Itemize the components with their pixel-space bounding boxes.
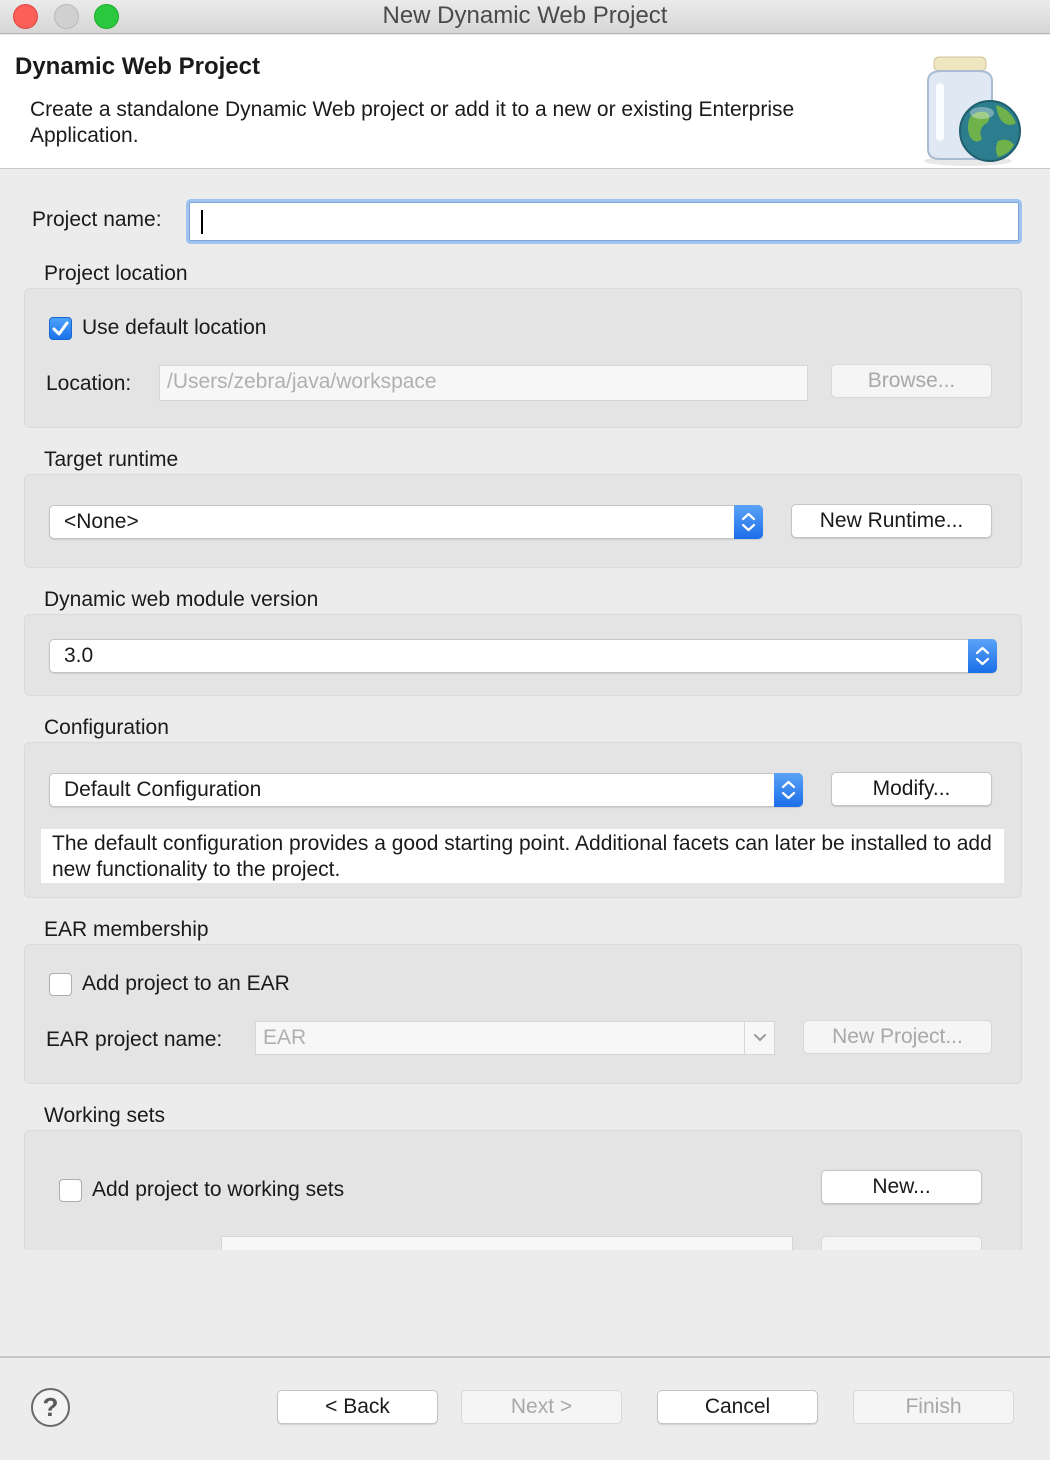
help-icon[interactable]: ? xyxy=(31,1388,70,1427)
configuration-description: The default configuration provides a goo… xyxy=(41,829,1004,883)
working-sets-heading: Working sets xyxy=(44,1104,165,1127)
ear-project-name-label: EAR project name: xyxy=(46,1028,223,1051)
project-location-heading: Project location xyxy=(44,262,188,285)
use-default-location-checkbox[interactable] xyxy=(49,317,72,340)
use-default-location-label: Use default location xyxy=(82,316,267,339)
ear-membership-heading: EAR membership xyxy=(44,918,209,941)
wizard-banner: Dynamic Web Project Create a standalone … xyxy=(0,35,1050,169)
browse-button[interactable]: Browse... xyxy=(831,364,992,398)
up-down-chevron-icon xyxy=(734,505,763,539)
module-version-select[interactable]: 3.0 xyxy=(49,639,997,673)
location-input[interactable]: /Users/zebra/java/workspace xyxy=(159,365,808,401)
add-to-working-sets-label: Add project to working sets xyxy=(92,1178,345,1201)
modify-button[interactable]: Modify... xyxy=(831,772,992,806)
target-runtime-select[interactable]: <None> xyxy=(49,505,763,539)
chevron-down-icon xyxy=(744,1022,774,1054)
new-working-set-button[interactable]: New... xyxy=(821,1170,982,1204)
scroll-clip-area xyxy=(0,1250,1050,1350)
add-to-working-sets-checkbox[interactable] xyxy=(59,1179,82,1202)
add-to-ear-label: Add project to an EAR xyxy=(82,972,290,995)
configuration-value: Default Configuration xyxy=(64,778,262,801)
page-title: Dynamic Web Project xyxy=(15,53,260,80)
new-runtime-button[interactable]: New Runtime... xyxy=(791,504,992,538)
finish-button[interactable]: Finish xyxy=(853,1390,1014,1424)
text-caret xyxy=(201,210,203,234)
title-bar: New Dynamic Web Project xyxy=(0,0,1050,34)
configuration-select[interactable]: Default Configuration xyxy=(49,773,803,807)
module-version-value: 3.0 xyxy=(64,644,94,667)
project-name-input[interactable] xyxy=(189,202,1019,241)
ear-project-name-combo[interactable]: EAR xyxy=(255,1021,775,1055)
footer-separator xyxy=(0,1356,1050,1358)
ear-membership-group xyxy=(24,944,1022,1084)
up-down-chevron-icon xyxy=(968,639,997,673)
window-title: New Dynamic Web Project xyxy=(382,2,668,29)
ear-project-name-value: EAR xyxy=(263,1026,307,1049)
target-runtime-value: <None> xyxy=(64,510,139,533)
project-name-label: Project name: xyxy=(32,208,162,231)
add-to-ear-checkbox[interactable] xyxy=(49,973,72,996)
up-down-chevron-icon xyxy=(774,773,803,807)
target-runtime-heading: Target runtime xyxy=(44,448,179,471)
web-project-jar-globe-icon xyxy=(924,56,1021,166)
cancel-button[interactable]: Cancel xyxy=(657,1390,818,1424)
back-button[interactable]: < Back xyxy=(277,1390,438,1424)
module-version-heading: Dynamic web module version xyxy=(44,588,319,611)
project-location-group xyxy=(24,288,1022,428)
page-description: Create a standalone Dynamic Web project … xyxy=(30,98,795,147)
location-label: Location: xyxy=(46,372,132,395)
configuration-heading: Configuration xyxy=(44,716,169,739)
new-ear-project-button[interactable]: New Project... xyxy=(803,1020,992,1054)
next-button[interactable]: Next > xyxy=(461,1390,622,1424)
checkmark-icon xyxy=(52,321,69,336)
